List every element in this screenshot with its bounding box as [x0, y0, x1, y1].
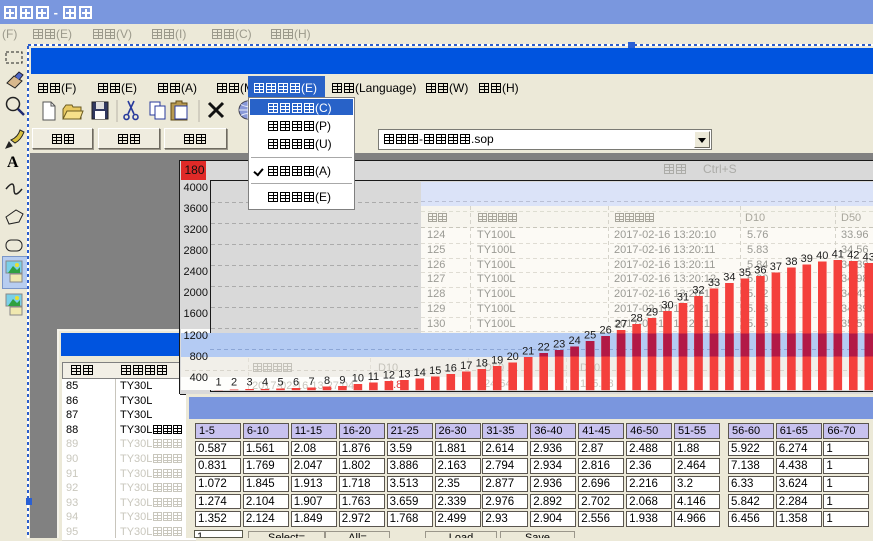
- svg-text:29: 29: [646, 307, 658, 319]
- svg-text:7: 7: [308, 376, 314, 388]
- svg-text:36: 36: [754, 265, 766, 277]
- svg-text:27: 27: [615, 319, 627, 331]
- svg-text:24: 24: [568, 335, 580, 347]
- svg-text:17: 17: [460, 360, 472, 372]
- svg-text:3: 3: [247, 377, 253, 389]
- svg-text:30: 30: [661, 300, 673, 312]
- svg-text:37: 37: [770, 261, 782, 273]
- svg-text:42: 42: [847, 250, 859, 262]
- svg-text:25: 25: [584, 330, 596, 342]
- svg-text:33: 33: [708, 277, 720, 289]
- svg-text:34: 34: [723, 272, 735, 284]
- svg-text:2: 2: [231, 377, 237, 389]
- svg-text:31: 31: [677, 292, 689, 304]
- svg-text:16: 16: [445, 363, 457, 375]
- svg-text:11: 11: [368, 371, 379, 383]
- svg-text:1: 1: [216, 377, 222, 389]
- svg-text:4: 4: [262, 377, 268, 389]
- svg-text:39: 39: [801, 253, 813, 265]
- svg-text:18: 18: [476, 358, 488, 370]
- svg-text:38: 38: [785, 256, 797, 268]
- svg-text:10: 10: [352, 373, 364, 385]
- svg-text:12: 12: [383, 370, 395, 382]
- svg-text:22: 22: [538, 342, 550, 354]
- svg-text:26: 26: [599, 325, 611, 337]
- svg-text:8: 8: [324, 375, 330, 387]
- svg-text:35: 35: [739, 267, 751, 279]
- svg-text:40: 40: [816, 250, 828, 262]
- svg-text:41: 41: [832, 249, 844, 261]
- svg-text:5: 5: [277, 377, 283, 389]
- svg-text:14: 14: [414, 367, 426, 379]
- svg-text:21: 21: [522, 346, 534, 358]
- svg-text:15: 15: [429, 365, 441, 377]
- svg-text:9: 9: [339, 375, 345, 387]
- svg-text:23: 23: [553, 339, 565, 351]
- svg-text:A: A: [7, 154, 19, 171]
- svg-text:43: 43: [863, 252, 873, 264]
- svg-text:6: 6: [293, 377, 299, 389]
- svg-text:19: 19: [491, 355, 503, 367]
- svg-text:32: 32: [692, 285, 704, 297]
- svg-text:20: 20: [507, 351, 519, 363]
- svg-text:28: 28: [630, 313, 642, 325]
- svg-text:13: 13: [398, 369, 410, 381]
